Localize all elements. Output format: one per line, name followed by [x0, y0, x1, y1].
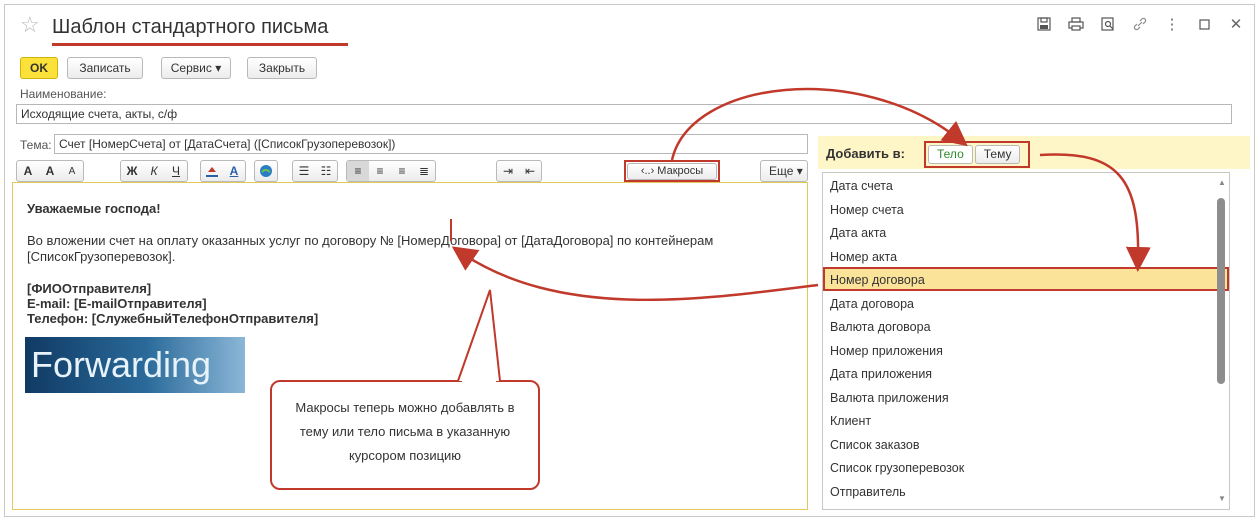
add-to-label: Добавить в: [826, 146, 905, 161]
sender-name: [ФИООтправителя] [27, 281, 152, 296]
list-item[interactable]: Валюта договора [823, 314, 1229, 338]
more-button[interactable]: Еще ▾ [760, 160, 808, 182]
close-button[interactable]: Закрыть [247, 57, 317, 79]
image-group [254, 160, 278, 182]
indent-group: ⇥ ⇤ [496, 160, 542, 182]
text-style-group: Ж К Ч [120, 160, 188, 182]
list-item[interactable]: Номер приложения [823, 338, 1229, 362]
list-item[interactable]: Номер акта [823, 244, 1229, 268]
name-input[interactable]: Исходящие счета, акты, с/ф [16, 104, 1232, 124]
italic-icon[interactable]: К [143, 161, 165, 181]
body-line-2: [СписокГрузоперевозок]. [27, 249, 176, 264]
macros-list: Дата счета Номер счета Дата акта Номер а… [822, 172, 1230, 510]
print-icon[interactable] [1065, 14, 1087, 34]
align-left-icon[interactable]: ≡ [347, 161, 369, 181]
save-button[interactable]: Записать [67, 57, 143, 79]
bullet-list-icon[interactable]: ☰ [293, 161, 315, 181]
add-to-body-option[interactable]: Тело [928, 145, 973, 164]
indent-increase-icon[interactable]: ⇥ [497, 161, 519, 181]
list-item[interactable]: Список заказов [823, 432, 1229, 456]
close-icon[interactable]: ✕ [1225, 14, 1247, 34]
list-item[interactable]: Дата счета [823, 173, 1229, 197]
sender-phone: Телефон: [СлужебныйТелефонОтправителя] [27, 311, 319, 326]
font-size-group: A A A [16, 160, 84, 182]
numbered-list-icon[interactable]: ☷ [315, 161, 337, 181]
body-line-1: Во вложении счет на оплату оказанных усл… [27, 233, 714, 248]
align-group: ≡ ≡ ≡ ≣ [346, 160, 436, 182]
preview-icon[interactable] [1097, 14, 1119, 34]
align-right-icon[interactable]: ≡ [391, 161, 413, 181]
list-item[interactable]: Клиент [823, 408, 1229, 432]
list-item[interactable]: Дата приложения [823, 361, 1229, 385]
subject-label: Тема: [20, 138, 52, 152]
add-to-switch: Тело Тему [924, 141, 1030, 168]
insert-image-icon[interactable] [255, 161, 277, 181]
scroll-up-icon[interactable]: ▲ [1218, 178, 1226, 187]
list-item[interactable]: Номер счета [823, 197, 1229, 221]
callout-line-3: курсором позицию [348, 448, 462, 463]
more-vertical-icon[interactable]: ⋮ [1161, 14, 1183, 34]
scroll-down-icon[interactable]: ▼ [1218, 494, 1226, 503]
list-item[interactable]: Список грузоперевозок [823, 455, 1229, 479]
window-title: Шаблон стандартного письма [52, 16, 329, 38]
indent-decrease-icon[interactable]: ⇤ [519, 161, 541, 181]
title-underline [52, 43, 348, 46]
list-scrollbar-thumb[interactable] [1217, 198, 1225, 384]
align-center-icon[interactable]: ≡ [369, 161, 391, 181]
callout-line-1: Макросы теперь можно добавлять в [295, 400, 515, 415]
list-group: ☰ ☷ [292, 160, 338, 182]
text-cursor [450, 219, 452, 241]
underline-icon[interactable]: Ч [165, 161, 187, 181]
save-disk-icon[interactable] [1033, 14, 1055, 34]
greeting-text: Уважаемые господа! [27, 201, 161, 216]
color-group: A [200, 160, 246, 182]
favorite-star-icon[interactable]: ☆ [20, 12, 40, 38]
align-justify-icon[interactable]: ≣ [413, 161, 435, 181]
background-color-icon[interactable] [201, 161, 223, 181]
subject-input[interactable]: Счет [НомерСчета] от [ДатаСчета] ([Списо… [54, 134, 808, 154]
font-icon[interactable]: A [17, 161, 39, 181]
service-menu-button[interactable]: Сервис ▾ [161, 57, 231, 79]
list-item[interactable]: Дата акта [823, 220, 1229, 244]
window-controls: ⋮ ✕ [1033, 14, 1247, 34]
callout-line-2: тему или тело письма в указанную [299, 424, 511, 439]
info-callout: Макросы теперь можно добавлять в тему ил… [270, 380, 540, 490]
font-decrease-icon[interactable]: A [61, 161, 83, 181]
ok-button[interactable]: OK [20, 57, 58, 79]
link-icon[interactable] [1129, 14, 1151, 34]
list-item[interactable]: Отправитель [823, 479, 1229, 503]
macros-button[interactable]: ‹..› Макросы [627, 163, 717, 180]
sender-email: E-mail: [E-mailОтправителя] [27, 296, 207, 311]
forwarding-logo: Forwarding [25, 337, 245, 393]
add-to-subject-option[interactable]: Тему [974, 145, 1021, 164]
maximize-icon[interactable] [1193, 14, 1215, 34]
name-label: Наименование: [20, 87, 107, 101]
list-item[interactable]: Дата договора [823, 291, 1229, 315]
text-color-icon[interactable]: A [223, 161, 245, 181]
bold-icon[interactable]: Ж [121, 161, 143, 181]
list-item-selected[interactable]: Номер договора [823, 267, 1229, 291]
list-item[interactable]: Валюта приложения [823, 385, 1229, 409]
font-increase-icon[interactable]: A [39, 161, 61, 181]
